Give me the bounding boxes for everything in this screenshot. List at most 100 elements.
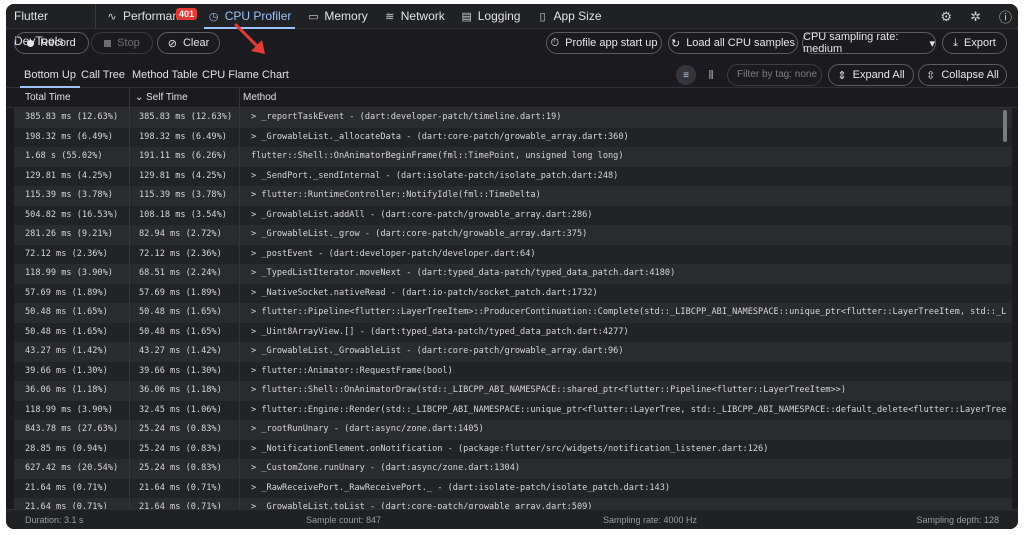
profiler-toolbar: Record Stop ⊘ Clear ⏱ Profile app start … [6, 31, 1018, 58]
collapse-all-button[interactable]: ⇳ Collapse All [918, 64, 1007, 86]
header-total-time[interactable]: Total Time [25, 88, 71, 108]
table-row[interactable]: 50.48 ms (1.65%) 50.48 ms (1.65%) > _Uint8… [14, 322, 1012, 342]
dropdown-arrow-icon: ▾ [929, 37, 935, 50]
self-time-cell: 68.51 ms (2.24%) [139, 268, 222, 278]
self-time-cell: 36.06 ms (1.18%) [139, 385, 222, 395]
total-time-cell: 39.66 ms (1.30%) [25, 365, 108, 376]
self-time-cell: 25.24 ms (0.83%) [139, 443, 222, 454]
self-time-cell: 50.48 ms (1.65%) [139, 307, 222, 317]
method-cell: > _postEvent - (dart:developer-patch/dev… [251, 248, 536, 259]
tab-network[interactable]: ≋ Network [376, 4, 453, 29]
table-row[interactable]: 281.26 ms (9.21%) 82.94 ms (2.72%) > _Grow… [14, 225, 1012, 245]
table-row[interactable]: 504.82 ms (16.53%) 108.18 ms (3.54%) > _Gr… [14, 205, 1012, 225]
table-row[interactable]: 21.64 ms (0.71%) 21.64 ms (0.71%) > _Growa… [14, 498, 1012, 509]
method-cell: > _NativeSocket.nativeRead - (dart:io-pa… [251, 287, 598, 298]
table-row[interactable]: 28.85 ms (0.94%) 25.24 ms (0.83%) > _Notif… [14, 439, 1012, 459]
filter-icon[interactable]: ≡ [676, 65, 696, 85]
table-row[interactable]: 129.81 ms (4.25%) 129.81 ms (4.25%) > _Sen… [14, 166, 1012, 186]
self-time-cell: 108.18 ms (3.54%) [139, 209, 227, 220]
method-cell: > _Uint8ArrayView.[] - (dart:typed_data-… [251, 326, 629, 337]
tab-memory[interactable]: ▭ Memory [299, 4, 375, 29]
stats-icon[interactable]: ⫼ [701, 65, 721, 85]
self-time-cell: 21.64 ms (0.71%) [139, 482, 222, 493]
wifi-icon: ≋ [385, 10, 395, 23]
stop-icon [104, 39, 112, 47]
table-row[interactable]: 39.66 ms (1.30%) 39.66 ms (1.30%) > flutte… [14, 361, 1012, 381]
help-icon[interactable]: ⓘ [999, 7, 1012, 26]
column-divider [129, 88, 130, 509]
self-time-cell: 21.64 ms (0.71%) [139, 502, 222, 509]
table-row[interactable]: 198.32 ms (6.49%) 198.32 ms (6.49%) > _Gro… [14, 127, 1012, 147]
method-cell: > flutter::Pipeline<flutter::LayerTreeIt… [251, 307, 1006, 317]
method-cell: flutter::Shell::OnAnimatorBeginFrame(fml… [251, 151, 624, 161]
nav-right-actions: ⚙ ✲ ⓘ [940, 4, 1012, 29]
stop-button[interactable]: Stop [91, 32, 153, 54]
total-time-cell: 118.99 ms (3.90%) [25, 404, 113, 415]
expand-icon: ⇕ [837, 69, 847, 82]
tab-label: Memory [324, 9, 368, 23]
sort-desc-icon: ⌄ [135, 92, 144, 103]
table-row[interactable]: 36.06 ms (1.18%) 36.06 ms (1.18%) > flutte… [14, 381, 1012, 401]
table-row[interactable]: 118.99 ms (3.90%) 68.51 ms (2.24%) > _Type… [14, 264, 1012, 284]
bug-icon[interactable]: ✲ [970, 9, 981, 25]
table-row[interactable]: 1.68 s (55.02%) 191.11 ms (6.26%) flutter… [14, 147, 1012, 167]
tab-bottom-up[interactable]: Bottom Up [20, 62, 80, 88]
total-time-cell: 627.42 ms (20.54%) [25, 463, 119, 473]
tab-cpu-flame-chart[interactable]: CPU Flame Chart [202, 62, 289, 88]
table-scrollbar[interactable] [1003, 110, 1007, 142]
total-time-cell: 72.12 ms (2.36%) [25, 248, 108, 259]
self-time-cell: 385.83 ms (12.63%) [139, 112, 233, 122]
table-row[interactable]: 385.83 ms (12.63%) 385.83 ms (12.63%) > _r… [14, 108, 1012, 128]
total-time-cell: 281.26 ms (9.21%) [25, 229, 113, 239]
tab-call-tree[interactable]: Call Tree [81, 62, 125, 88]
sampling-rate-dropdown[interactable]: CPU sampling rate: medium ▾ [802, 31, 936, 55]
self-time-cell: 129.81 ms (4.25%) [139, 170, 227, 181]
sample-count-text: Sample count: 847 [306, 515, 382, 525]
table-row[interactable]: 50.48 ms (1.65%) 50.48 ms (1.65%) > flutte… [14, 303, 1012, 323]
top-nav-bar: Flutter DevTools ∿ Performance ◷ CPU Pro… [6, 4, 1018, 48]
total-time-cell: 36.06 ms (1.18%) [25, 385, 108, 395]
total-time-cell: 21.64 ms (0.71%) [25, 502, 108, 509]
download-icon: ⤓ [953, 36, 959, 49]
profile-startup-button[interactable]: ⏱ Profile app start up [546, 32, 662, 54]
expand-all-label: Expand All [852, 69, 905, 81]
table-row[interactable]: 57.69 ms (1.89%) 57.69 ms (1.89%) > _Nativ… [14, 283, 1012, 303]
self-time-cell: 43.27 ms (1.42%) [139, 346, 222, 356]
tab-app-size[interactable]: ▯ App Size [528, 4, 609, 29]
export-button[interactable]: ⤓ Export [942, 32, 1007, 54]
method-cell: > _NotificationElement.onNotification - … [251, 443, 769, 454]
self-time-cell: 198.32 ms (6.49%) [139, 131, 227, 142]
total-time-cell: 129.81 ms (4.25%) [25, 170, 113, 181]
expand-all-button[interactable]: ⇕ Expand All [828, 64, 914, 86]
record-button[interactable]: Record [14, 32, 89, 54]
method-cell: > _rootRunUnary - (dart:async/zone.dart:… [251, 424, 484, 434]
method-cell: > _GrowableList._GrowableList - (dart:co… [251, 346, 624, 356]
header-self-time[interactable]: Self Time [146, 88, 188, 108]
clear-button[interactable]: ⊘ Clear [157, 32, 220, 54]
table-row[interactable]: 118.99 ms (3.90%) 32.45 ms (1.06%) > flutt… [14, 400, 1012, 420]
load-all-label: Load all CPU samples [686, 37, 796, 49]
table-row[interactable]: 43.27 ms (1.42%) 43.27 ms (1.42%) > _Growa… [14, 342, 1012, 362]
record-icon [27, 39, 35, 47]
tab-logging[interactable]: ▤ Logging [453, 4, 529, 29]
table-row[interactable]: 115.39 ms (3.78%) 115.39 ms (3.78%) > flut… [14, 186, 1012, 206]
table-row[interactable]: 21.64 ms (0.71%) 21.64 ms (0.71%) > _RawRe… [14, 478, 1012, 498]
method-cell: > flutter::Engine::Render(std::_LIBCPP_A… [251, 404, 1006, 415]
stop-label: Stop [117, 37, 140, 49]
table-row[interactable]: 627.42 ms (20.54%) 25.24 ms (0.83%) > _Cus… [14, 459, 1012, 479]
table-row[interactable]: 72.12 ms (2.36%) 72.12 ms (2.36%) > _postE… [14, 244, 1012, 264]
total-time-cell: 198.32 ms (6.49%) [25, 131, 113, 142]
settings-icon[interactable]: ⚙ [940, 9, 952, 25]
header-method[interactable]: Method [243, 88, 276, 108]
total-time-cell: 50.48 ms (1.65%) [25, 326, 108, 337]
method-cell: > _GrowableList._allocateData - (dart:co… [251, 131, 629, 142]
table-row[interactable]: 843.78 ms (27.63%) 25.24 ms (0.83%) > _roo… [14, 420, 1012, 440]
total-time-cell: 385.83 ms (12.63%) [25, 112, 119, 122]
filter-by-tag-dropdown[interactable]: Filter by tag: none [727, 64, 822, 86]
tab-method-table[interactable]: Method Table [132, 62, 198, 88]
method-cell: > _GrowableList._grow - (dart:core-patch… [251, 229, 588, 239]
duration-text: Duration: 3.1 s [25, 515, 84, 525]
load-all-samples-button[interactable]: ↻ Load all CPU samples [668, 32, 798, 54]
self-time-cell: 25.24 ms (0.83%) [139, 463, 222, 473]
total-time-cell: 1.68 s (55.02%) [25, 151, 103, 161]
